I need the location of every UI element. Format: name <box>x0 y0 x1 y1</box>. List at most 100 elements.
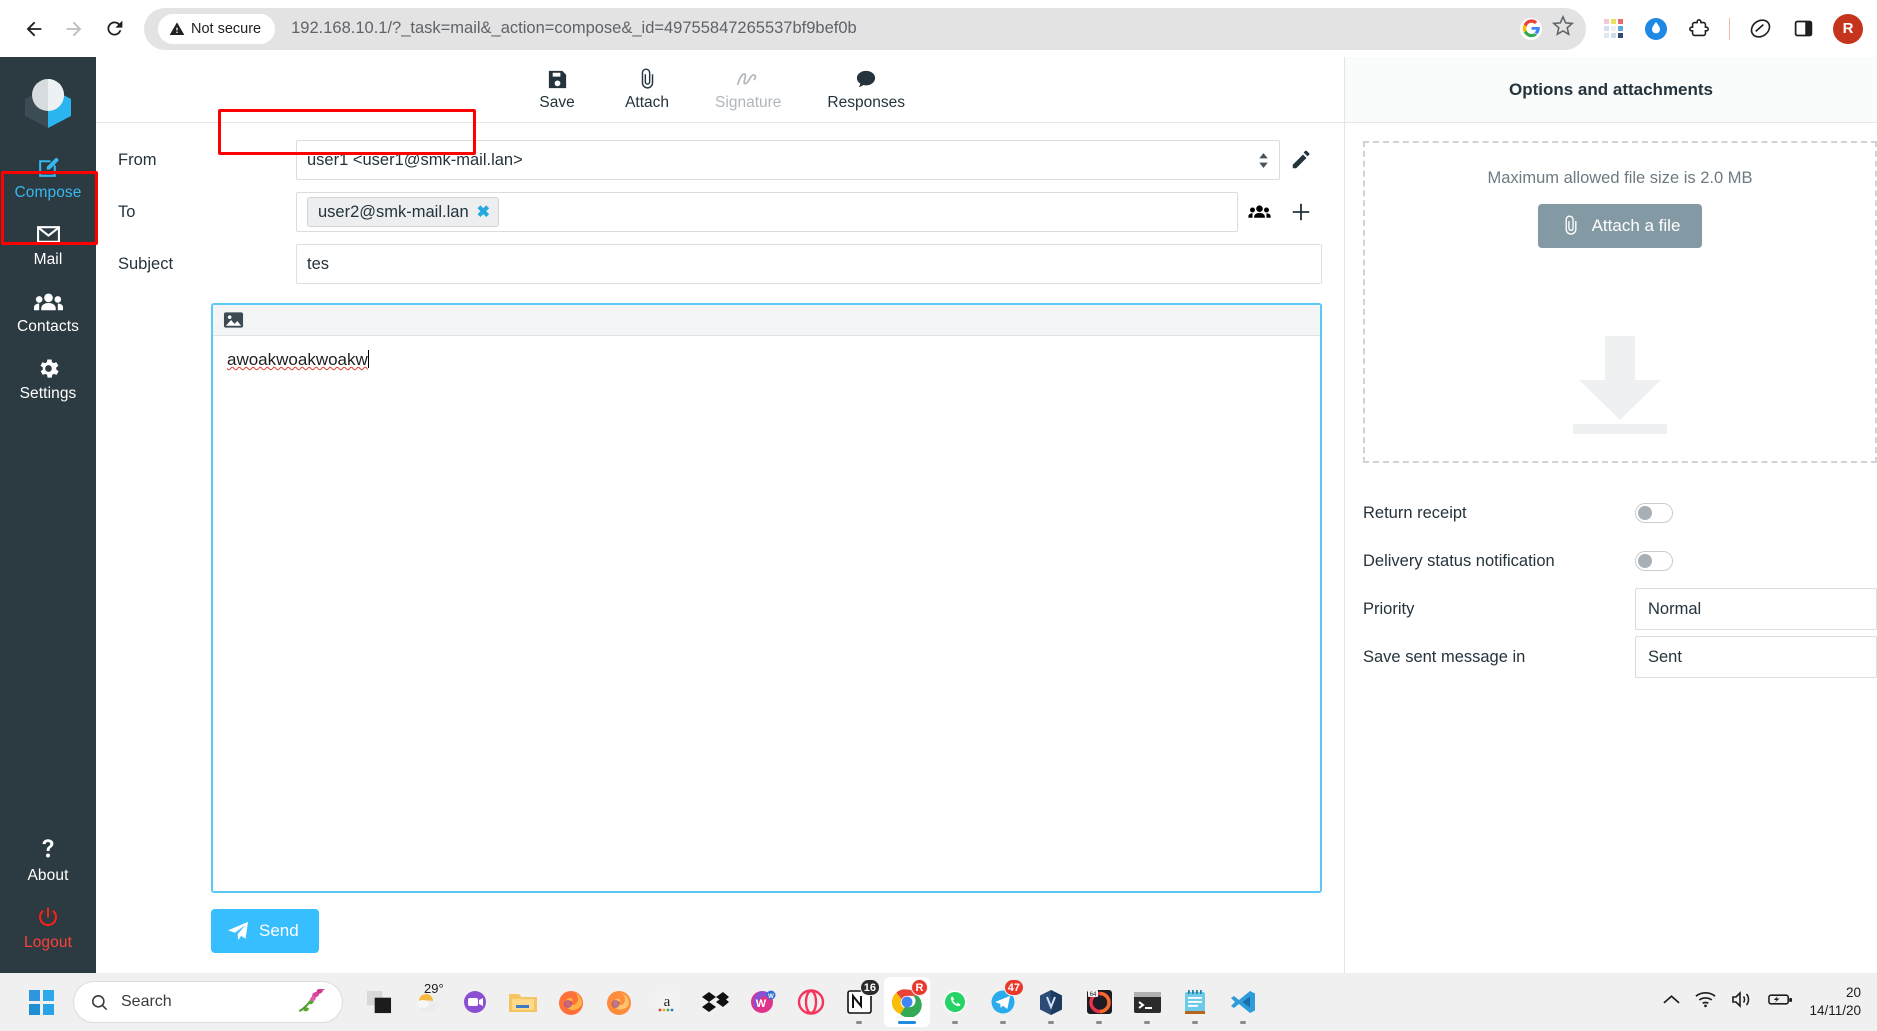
forward-button[interactable] <box>54 9 94 49</box>
telegram-app[interactable]: 47 <box>980 977 1026 1027</box>
add-recipient-button[interactable] <box>1280 192 1322 232</box>
security-indicator[interactable]: Not secure <box>158 13 276 44</box>
pencil-icon <box>1292 150 1310 169</box>
extensions-puzzle-icon[interactable] <box>1680 10 1718 48</box>
profile-avatar[interactable]: R <box>1833 13 1863 44</box>
paperclip-icon <box>641 67 653 89</box>
save-button[interactable]: Save <box>529 66 585 114</box>
compose-pencil-icon <box>36 154 61 180</box>
teams-app[interactable] <box>452 977 498 1027</box>
weather-widget[interactable]: 29° <box>404 979 450 1025</box>
notepad-icon <box>1185 990 1205 1014</box>
battery-icon[interactable] <box>1768 992 1793 1012</box>
sidebar-item-contacts[interactable]: Contacts <box>0 278 96 345</box>
options-panel: Options and attachments Maximum allowed … <box>1345 57 1877 973</box>
opera-gx-app[interactable] <box>788 977 834 1027</box>
volume-icon[interactable] <box>1731 991 1753 1013</box>
amazon-app[interactable]: a <box>644 977 690 1027</box>
firefox-app[interactable] <box>548 977 594 1027</box>
option-row: Priority Normal <box>1363 585 1877 633</box>
side-panel-icon[interactable] <box>1784 10 1822 48</box>
camtasia-app[interactable]: 64 <box>1076 977 1122 1027</box>
bookmark-star-icon[interactable] <box>1551 14 1575 42</box>
save-label: Save <box>539 93 575 111</box>
delivery-status-toggle[interactable] <box>1635 551 1673 571</box>
priority-value: Normal <box>1648 599 1702 618</box>
vscode-app[interactable] <box>1220 977 1266 1027</box>
sidebar-item-settings[interactable]: Settings <box>0 345 96 412</box>
insert-image-button[interactable] <box>221 310 245 331</box>
sidebar-item-logout[interactable]: Logout <box>0 894 96 961</box>
from-value: user1 <user1@smk-mail.lan> <box>307 150 523 169</box>
file-explorer-app[interactable] <box>500 977 546 1027</box>
message-body-text[interactable]: awoakwoakwoakw <box>213 336 1320 891</box>
responses-button[interactable]: Responses <box>821 66 911 114</box>
show-hidden-icons-button[interactable] <box>1663 993 1681 1011</box>
roundcube-sidebar: Compose Mail Contacts Settings About Log… <box>0 57 98 973</box>
from-row: From user1 <user1@smk-mail.lan> <box>96 137 1344 183</box>
water-drop-extension-icon[interactable] <box>1637 10 1675 48</box>
terminal-app[interactable] <box>1124 977 1170 1027</box>
start-button[interactable] <box>18 979 64 1025</box>
return-receipt-toggle[interactable] <box>1635 503 1673 523</box>
return-receipt-label: Return receipt <box>1363 503 1467 522</box>
taskbar-search[interactable]: Search <box>74 982 342 1022</box>
sidebar-item-about[interactable]: About <box>0 827 96 894</box>
save-floppy-icon <box>548 70 566 88</box>
virtualbox-app[interactable] <box>1028 977 1074 1027</box>
sidebar-item-compose[interactable]: Compose <box>0 144 96 211</box>
vscode-icon <box>1231 991 1255 1013</box>
max-filesize-note: Maximum allowed file size is 2.0 MB <box>1487 169 1753 187</box>
delivery-status-label: Delivery status notification <box>1363 551 1555 570</box>
svg-text:W: W <box>768 994 774 1000</box>
priority-label: Priority <box>1363 599 1415 618</box>
taskbar-clock[interactable]: 20 14/11/20 <box>1809 984 1861 1020</box>
dropbox-app[interactable] <box>692 977 738 1027</box>
remove-recipient-icon[interactable]: ✖ <box>477 202 490 222</box>
recipient-chip[interactable]: user2@smk-mail.lan ✖ <box>307 197 500 227</box>
send-button[interactable]: Send <box>211 909 319 953</box>
leaf-extension-icon[interactable] <box>1741 10 1779 48</box>
save-sent-select[interactable]: Sent <box>1635 636 1877 678</box>
compose-headers: From user1 <user1@smk-mail.lan> To user2… <box>96 123 1344 293</box>
subject-label: Subject <box>118 254 174 273</box>
message-body-editor[interactable]: awoakwoakwoakw <box>211 303 1322 893</box>
wifi-icon[interactable] <box>1695 991 1717 1013</box>
open-contacts-button[interactable] <box>1238 192 1280 232</box>
subject-input[interactable]: tes <box>296 244 1322 284</box>
reload-button[interactable] <box>94 9 134 49</box>
task-view-icon <box>366 990 391 1013</box>
firefox-dev-app[interactable] <box>596 977 642 1027</box>
task-view-button[interactable] <box>356 977 402 1027</box>
attachment-dropzone[interactable]: Maximum allowed file size is 2.0 MB Atta… <box>1363 141 1877 463</box>
responses-label: Responses <box>827 93 905 111</box>
windows-logo-icon <box>28 989 54 1015</box>
to-label: To <box>118 202 136 221</box>
signature-button[interactable]: Signature <box>709 66 787 114</box>
from-select[interactable]: user1 <user1@smk-mail.lan> <box>296 140 1280 180</box>
editor-toolbar <box>213 305 1320 336</box>
sidebar-item-mail[interactable]: Mail <box>0 211 96 278</box>
address-bar[interactable]: Not secure 192.168.10.1/?_task=mail&_act… <box>144 7 1586 50</box>
attach-a-file-button[interactable]: Attach a file <box>1537 204 1703 248</box>
amazon-icon: a <box>655 991 679 1013</box>
to-field[interactable]: user2@smk-mail.lan ✖ <box>296 192 1238 232</box>
notion-app[interactable]: 16 <box>836 977 882 1027</box>
priority-select[interactable]: Normal <box>1635 588 1877 630</box>
notepad-app[interactable] <box>1172 977 1218 1027</box>
dropbox-icon <box>702 992 729 1012</box>
wondershare-app[interactable]: W W <box>740 977 786 1027</box>
browser-toolbar: Not secure 192.168.10.1/?_task=mail&_act… <box>0 0 1877 57</box>
toolbar-divider <box>1729 17 1730 40</box>
roundcube-logo <box>15 71 81 138</box>
back-button[interactable] <box>14 9 54 49</box>
color-grid-extension-icon[interactable] <box>1594 10 1632 48</box>
google-g-icon[interactable] <box>1520 17 1542 40</box>
whatsapp-app[interactable] <box>932 977 978 1027</box>
edit-identity-button[interactable] <box>1280 140 1322 180</box>
chrome-app[interactable]: R <box>884 977 930 1027</box>
attach-button[interactable]: Attach <box>619 66 675 114</box>
svg-text:W: W <box>756 998 767 1010</box>
telegram-badge: 47 <box>1003 979 1024 996</box>
firefox-developer-icon <box>607 990 631 1015</box>
